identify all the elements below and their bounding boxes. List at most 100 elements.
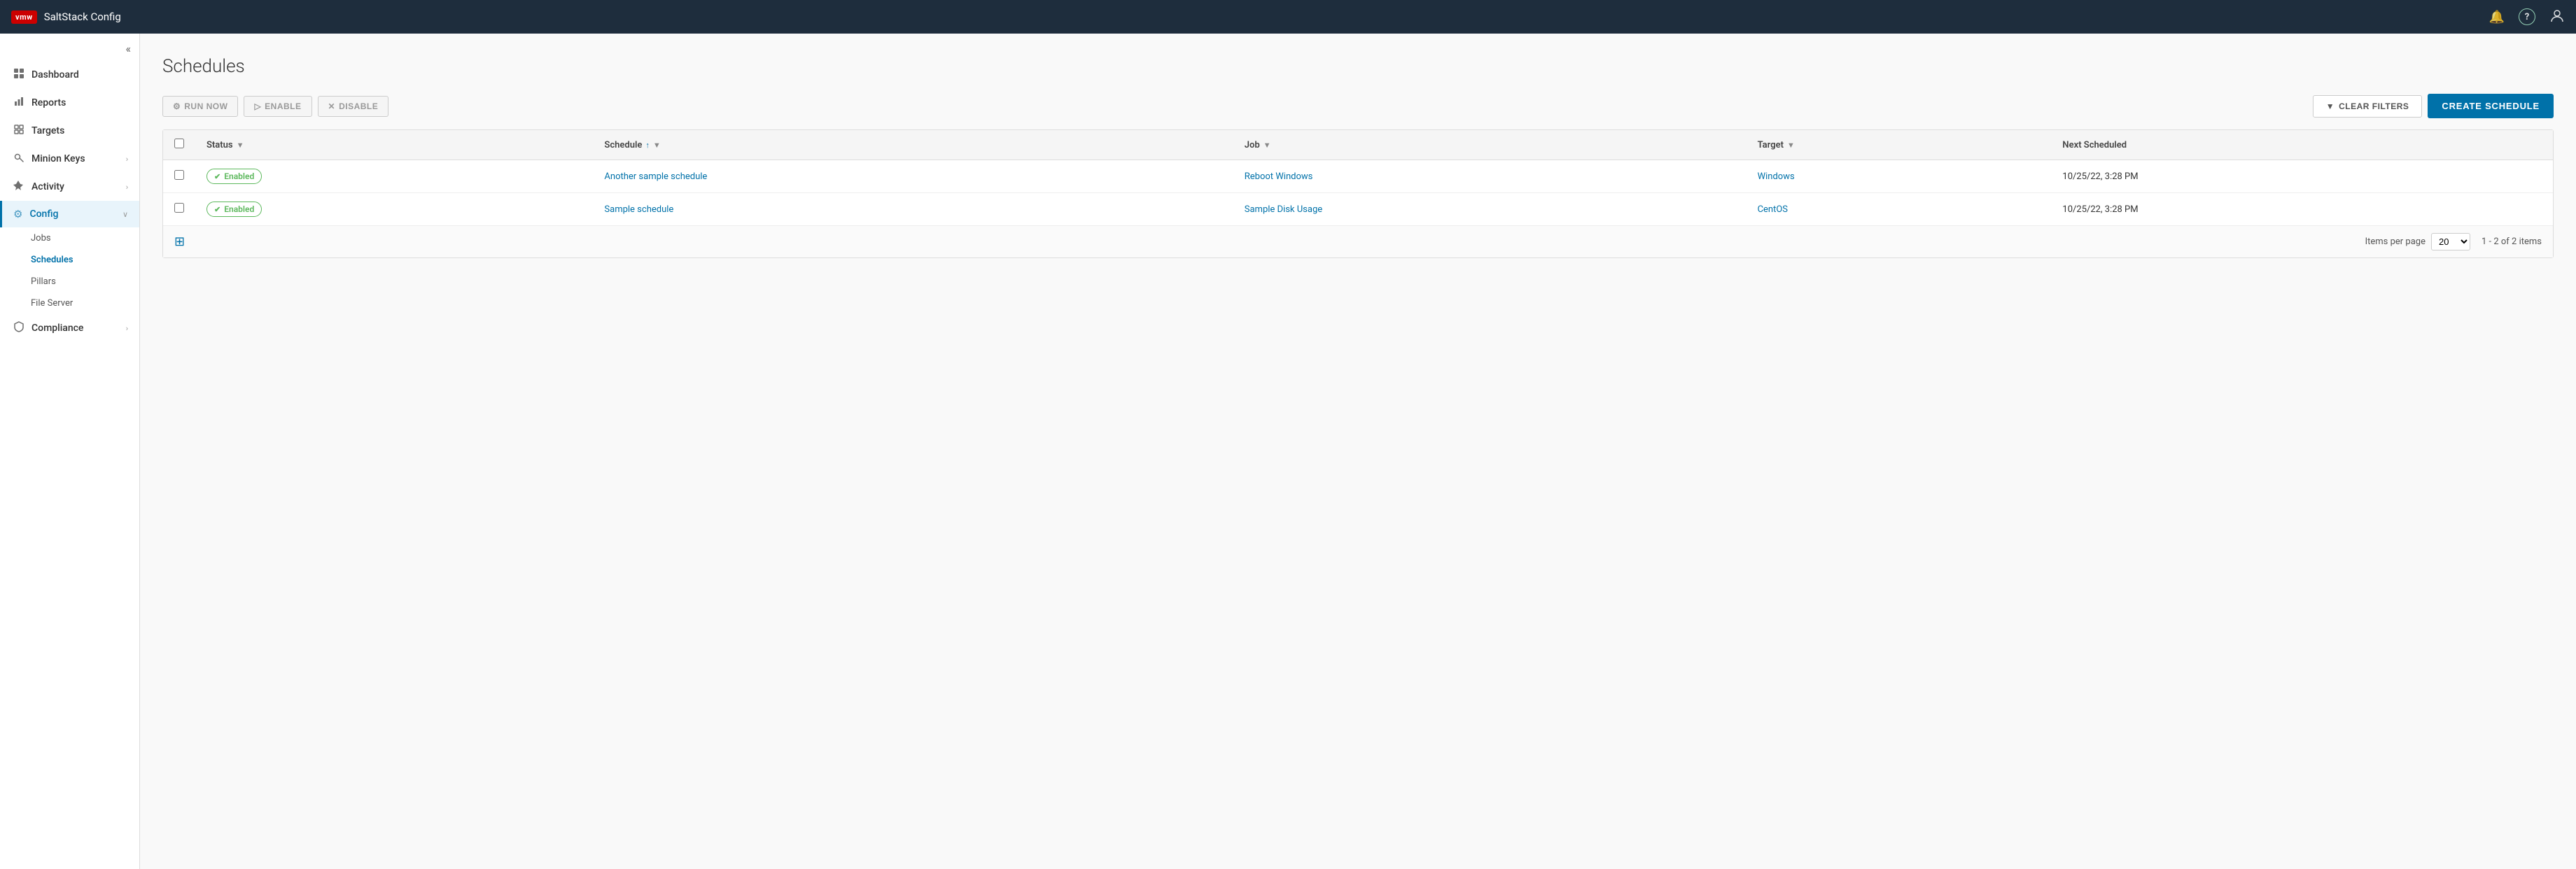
table-row: ✔ Enabled Sample schedule Sample Disk Us… bbox=[163, 193, 2553, 226]
row-checkbox-cell[interactable] bbox=[163, 160, 195, 193]
sidebar-sub-item-pillars[interactable]: Pillars bbox=[0, 271, 139, 292]
disable-icon: ✕ bbox=[328, 101, 336, 111]
row-target[interactable]: CentOS bbox=[1746, 193, 2052, 226]
sidebar-item-reports[interactable]: Reports bbox=[0, 89, 139, 117]
next-scheduled-col-label: Next Scheduled bbox=[2062, 140, 2127, 150]
row-checkbox[interactable] bbox=[174, 203, 184, 213]
job-col-label: Job bbox=[1245, 140, 1260, 150]
col-header-target[interactable]: Target ▼ bbox=[1746, 130, 2052, 160]
row-job[interactable]: Reboot Windows bbox=[1233, 160, 1746, 193]
pagination-text: 1 - 2 of 2 items bbox=[2482, 236, 2542, 247]
status-filter-icon[interactable]: ▼ bbox=[237, 141, 244, 150]
sidebar-label-reports: Reports bbox=[31, 97, 128, 108]
status-text: Enabled bbox=[224, 204, 254, 214]
run-now-icon: ⚙ bbox=[173, 101, 181, 111]
row-checkbox-cell[interactable] bbox=[163, 193, 195, 226]
clear-filters-label: CLEAR FILTERS bbox=[2339, 101, 2409, 111]
reports-icon bbox=[13, 96, 24, 110]
bell-icon[interactable]: 🔔 bbox=[2489, 10, 2505, 24]
items-per-page-select[interactable]: 10 20 50 100 bbox=[2431, 233, 2470, 250]
run-now-button[interactable]: ⚙ RUN NOW bbox=[162, 96, 238, 117]
row-next-scheduled: 10/25/22, 3:28 PM bbox=[2051, 193, 2553, 226]
table-header-row: Status ▼ Schedule ↑ ▼ bbox=[163, 130, 2553, 160]
create-schedule-label: CREATE SCHEDULE bbox=[2442, 101, 2540, 111]
col-header-job[interactable]: Job ▼ bbox=[1233, 130, 1746, 160]
run-now-label: RUN NOW bbox=[184, 101, 227, 111]
job-filter-icon[interactable]: ▼ bbox=[1264, 141, 1271, 150]
vmw-logo: vmw bbox=[11, 10, 37, 24]
jobs-label: Jobs bbox=[31, 233, 51, 243]
row-status: ✔ Enabled bbox=[195, 193, 593, 226]
activity-arrow-icon: › bbox=[126, 183, 128, 192]
enable-icon: ▷ bbox=[254, 101, 261, 111]
schedules-table: Status ▼ Schedule ↑ ▼ bbox=[163, 130, 2553, 225]
toolbar: ⚙ RUN NOW ▷ ENABLE ✕ DISABLE ▼ CLEAR FIL… bbox=[162, 94, 2554, 118]
select-all-cell[interactable] bbox=[163, 130, 195, 160]
enable-label: ENABLE bbox=[265, 101, 301, 111]
schedule-col-label: Schedule bbox=[604, 140, 642, 150]
sidebar: « Dashboard Reports Targets Minion Keys bbox=[0, 34, 140, 869]
create-schedule-button[interactable]: CREATE SCHEDULE bbox=[2428, 94, 2554, 118]
items-per-page: Items per page 10 20 50 100 bbox=[2365, 233, 2470, 250]
expand-icon[interactable]: ⊞ bbox=[174, 234, 185, 249]
row-target[interactable]: Windows bbox=[1746, 160, 2052, 193]
sidebar-sub-item-jobs[interactable]: Jobs bbox=[0, 227, 139, 249]
sidebar-item-compliance[interactable]: Compliance › bbox=[0, 314, 139, 342]
row-checkbox[interactable] bbox=[174, 170, 184, 180]
col-header-schedule[interactable]: Schedule ↑ ▼ bbox=[593, 130, 1233, 160]
status-badge: ✔ Enabled bbox=[206, 202, 262, 217]
sidebar-item-activity[interactable]: Activity › bbox=[0, 173, 139, 201]
app-layout: « Dashboard Reports Targets Minion Keys bbox=[0, 34, 2576, 869]
topnav-right: 🔔 ? bbox=[2489, 8, 2565, 27]
minion-keys-arrow-icon: › bbox=[126, 155, 128, 164]
targets-icon bbox=[13, 124, 24, 138]
sidebar-item-dashboard[interactable]: Dashboard bbox=[0, 61, 139, 89]
page-title: Schedules bbox=[162, 56, 2554, 77]
disable-button[interactable]: ✕ DISABLE bbox=[318, 96, 389, 117]
topnav-left: vmw SaltStack Config bbox=[11, 10, 121, 24]
sidebar-collapse-button[interactable]: « bbox=[125, 42, 131, 55]
sidebar-collapse: « bbox=[0, 39, 139, 61]
status-badge: ✔ Enabled bbox=[206, 169, 262, 184]
compliance-icon bbox=[13, 321, 24, 335]
schedule-filter-icon[interactable]: ▼ bbox=[653, 141, 661, 150]
dashboard-icon bbox=[13, 68, 24, 82]
sidebar-item-targets[interactable]: Targets bbox=[0, 117, 139, 145]
sidebar-sub-item-schedules[interactable]: Schedules bbox=[0, 249, 139, 271]
table-header: Status ▼ Schedule ↑ ▼ bbox=[163, 130, 2553, 160]
sidebar-label-config: Config bbox=[29, 209, 115, 220]
target-col-label: Target bbox=[1758, 140, 1784, 150]
row-job[interactable]: Sample Disk Usage bbox=[1233, 193, 1746, 226]
sidebar-label-minion-keys: Minion Keys bbox=[31, 153, 119, 164]
select-all-checkbox[interactable] bbox=[174, 139, 184, 148]
sidebar-sub-item-file-server[interactable]: File Server bbox=[0, 292, 139, 314]
config-arrow-icon: ∨ bbox=[122, 210, 128, 219]
main-content: Schedules ⚙ RUN NOW ▷ ENABLE ✕ DISABLE ▼… bbox=[140, 34, 2576, 869]
schedules-label: Schedules bbox=[31, 255, 74, 265]
col-header-status[interactable]: Status ▼ bbox=[195, 130, 593, 160]
pillars-label: Pillars bbox=[31, 276, 56, 287]
target-filter-icon[interactable]: ▼ bbox=[1787, 141, 1795, 150]
schedules-table-container: Status ▼ Schedule ↑ ▼ bbox=[162, 129, 2554, 258]
enable-button[interactable]: ▷ ENABLE bbox=[244, 96, 312, 117]
app-title: SaltStack Config bbox=[44, 10, 121, 23]
check-icon: ✔ bbox=[214, 172, 220, 181]
clear-filters-button[interactable]: ▼ CLEAR FILTERS bbox=[2313, 95, 2423, 118]
sidebar-item-minion-keys[interactable]: Minion Keys › bbox=[0, 145, 139, 173]
row-schedule[interactable]: Another sample schedule bbox=[593, 160, 1233, 193]
row-schedule[interactable]: Sample schedule bbox=[593, 193, 1233, 226]
activity-icon bbox=[13, 180, 24, 194]
minion-keys-icon bbox=[13, 152, 24, 166]
col-header-next-scheduled: Next Scheduled bbox=[2051, 130, 2553, 160]
config-icon: ⚙ bbox=[13, 208, 22, 220]
table-footer: ⊞ Items per page 10 20 50 100 1 - 2 of 2… bbox=[163, 225, 2553, 257]
row-status: ✔ Enabled bbox=[195, 160, 593, 193]
check-icon: ✔ bbox=[214, 205, 220, 214]
sidebar-label-targets: Targets bbox=[31, 125, 128, 136]
schedule-sort-asc-icon[interactable]: ↑ bbox=[645, 141, 650, 150]
table-body: ✔ Enabled Another sample schedule Reboot… bbox=[163, 160, 2553, 226]
sidebar-item-config[interactable]: ⚙ Config ∨ bbox=[0, 201, 139, 227]
help-icon[interactable]: ? bbox=[2519, 8, 2535, 25]
sidebar-label-dashboard: Dashboard bbox=[31, 69, 128, 80]
user-icon[interactable] bbox=[2549, 8, 2565, 27]
